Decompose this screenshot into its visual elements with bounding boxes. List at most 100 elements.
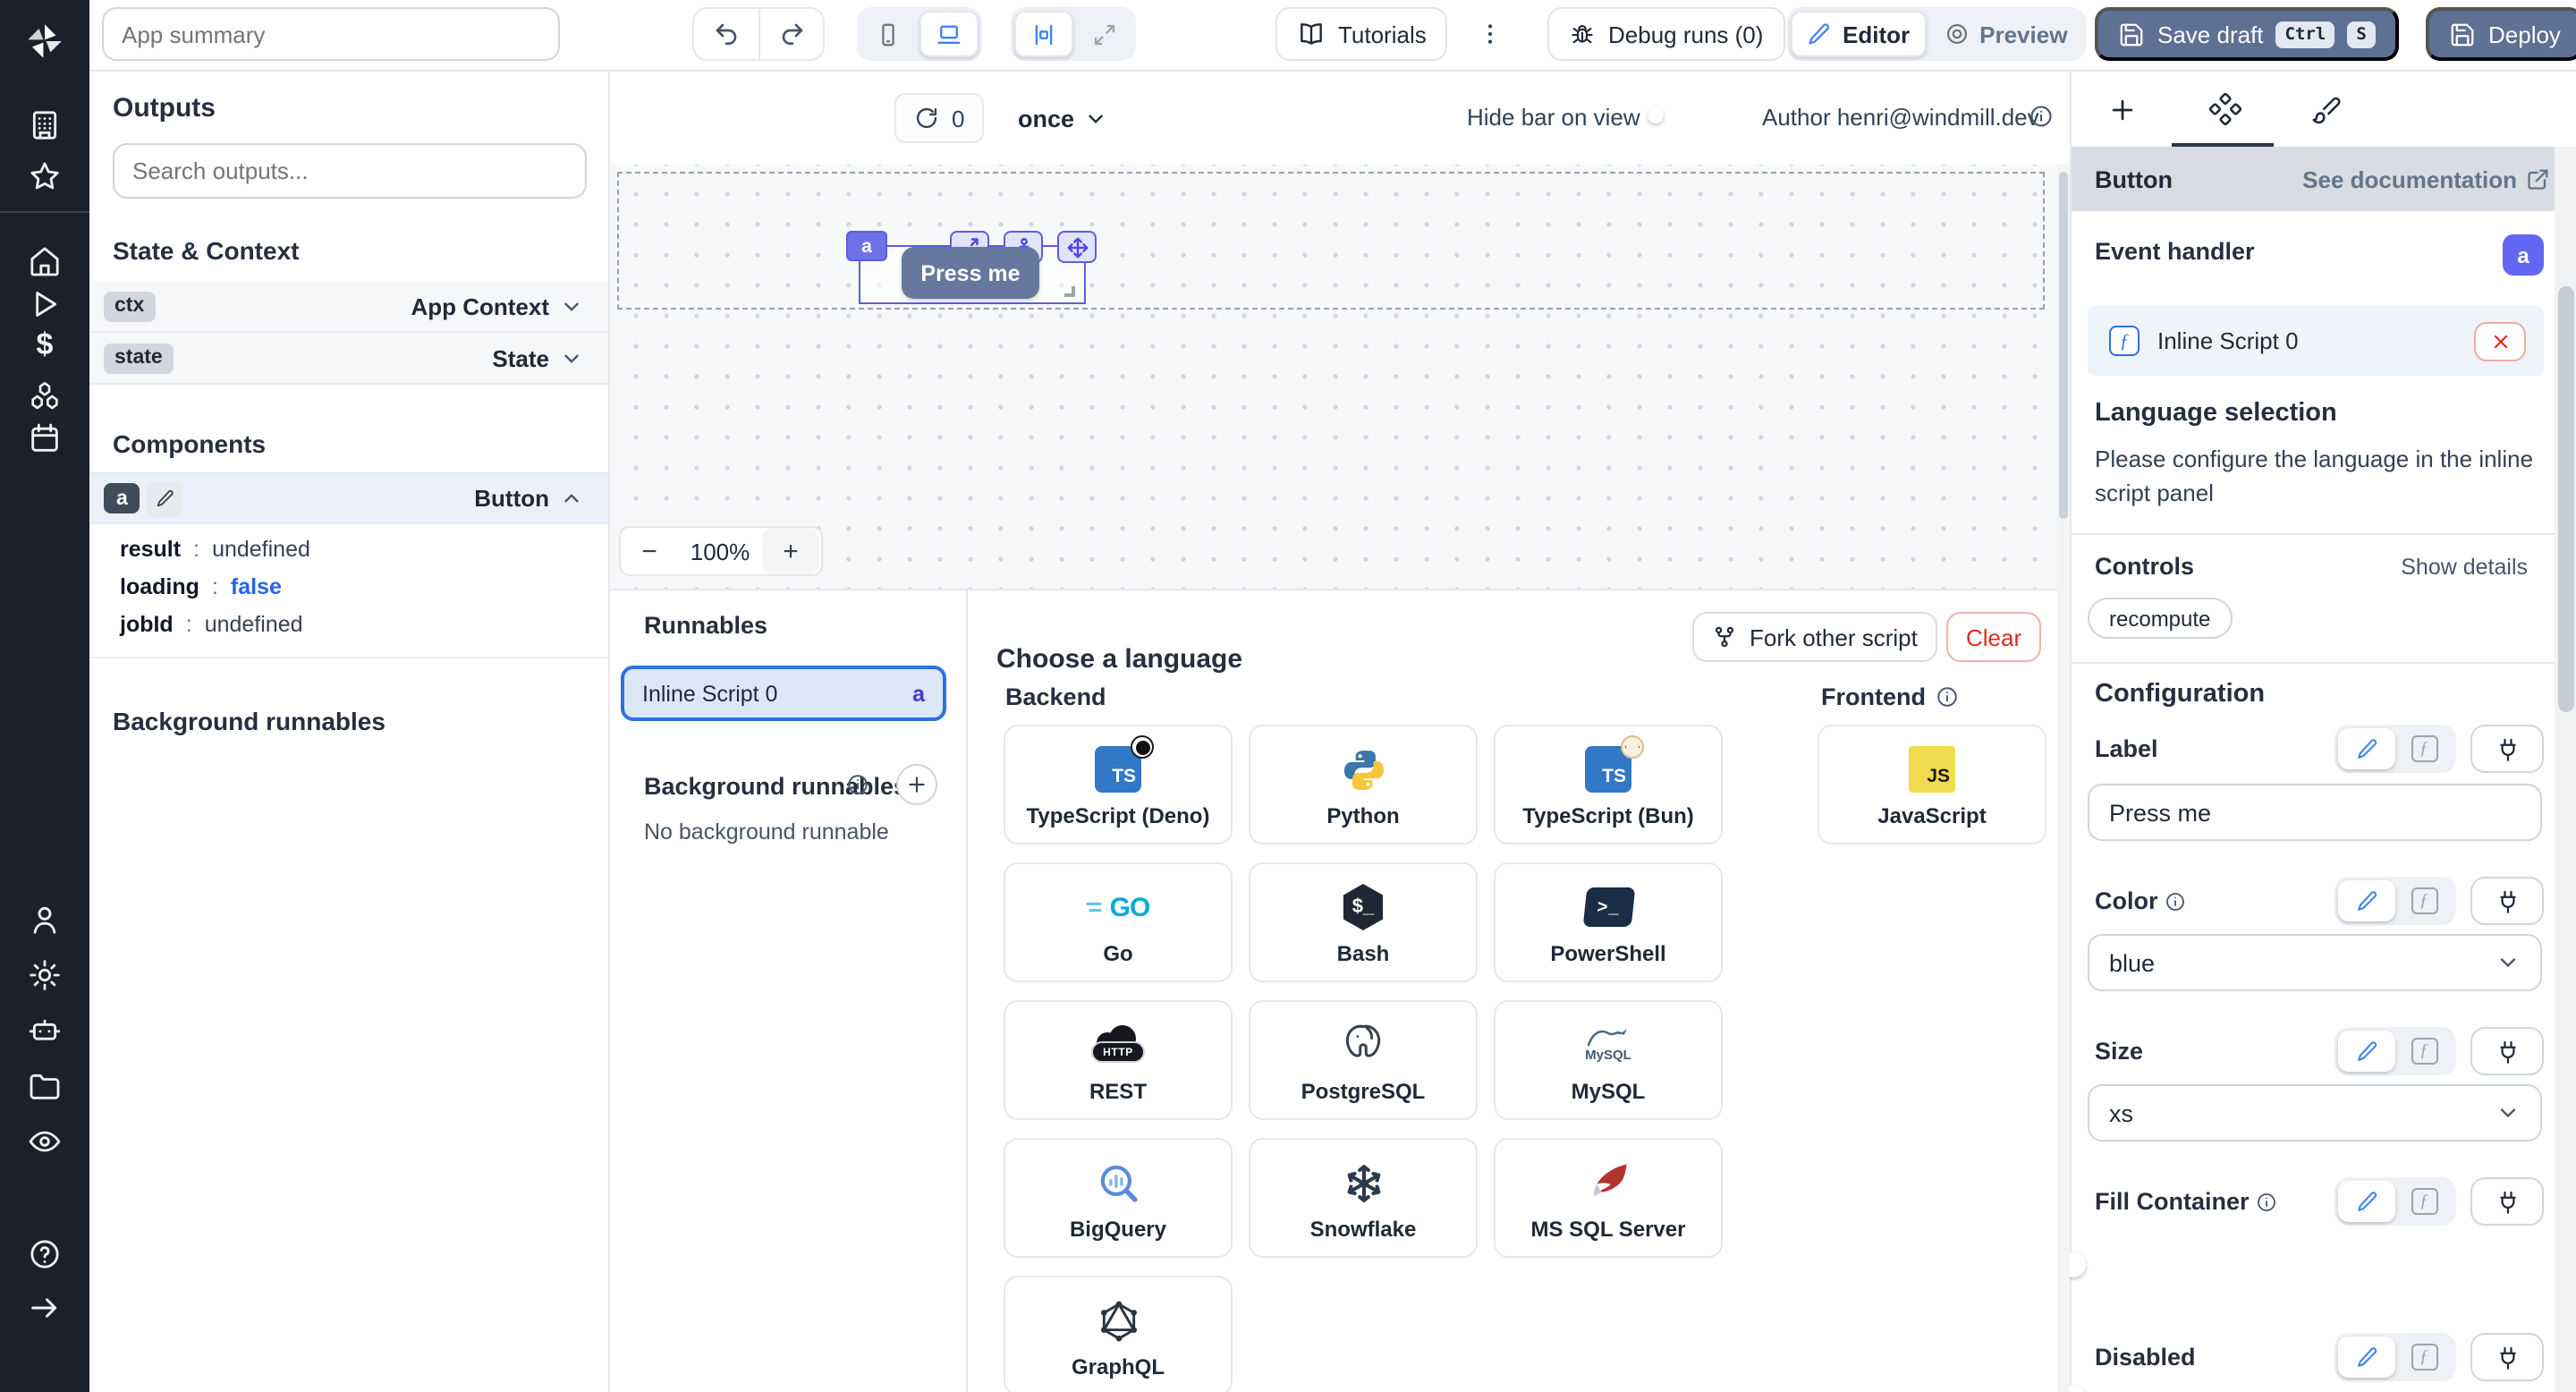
component-type-title: Button [2095,166,2173,192]
info-icon[interactable] [1935,685,1958,709]
language-card-python[interactable]: Python [1249,725,1478,845]
undo-button[interactable] [694,9,758,59]
add-background-runnable-button[interactable] [896,764,937,805]
output-prop-row: loading:false [120,574,282,599]
language-card-typescript-deno[interactable]: TS TypeScript (Deno) [1004,725,1233,845]
resources-boxes-icon[interactable] [27,378,63,413]
connect-input-button[interactable] [2470,1333,2544,1381]
static-mode-button[interactable] [2338,1031,2395,1072]
connect-input-button[interactable] [2470,1177,2544,1226]
eval-mode-button[interactable]: ƒ [2395,728,2453,769]
language-card-bash[interactable]: $_ Bash [1249,862,1478,982]
mobile-view-button[interactable] [860,11,916,57]
runs-play-icon[interactable] [27,286,63,322]
home-icon[interactable] [27,243,63,279]
language-card-ms-sql-server[interactable]: MS SQL Server [1494,1138,1723,1258]
see-documentation-link[interactable]: See documentation [2302,166,2551,192]
info-icon[interactable] [2257,1191,2278,1212]
canvas-scrollbar-thumb[interactable] [2059,172,2068,519]
language-card-rest[interactable]: HTTP REST [1004,1000,1233,1120]
chevron-up-icon [560,487,583,510]
users-icon[interactable] [27,902,63,938]
tab-styling[interactable] [2275,94,2377,124]
connect-input-button[interactable] [2470,877,2544,925]
eval-mode-button[interactable]: ƒ [2395,1181,2453,1222]
run-mode-dropdown[interactable]: once [1018,93,1106,143]
static-mode-button[interactable] [2338,880,2395,921]
tab-insert-component[interactable] [2072,94,2174,124]
recompute-control-button[interactable]: recompute [2088,598,2232,639]
language-card-graphql[interactable]: GraphQL [1004,1276,1233,1392]
fork-other-script-button[interactable]: Fork other script [1692,612,1937,662]
language-card-javascript[interactable]: JS JavaScript [1818,725,2046,845]
pencil-icon [2355,1345,2378,1369]
resize-handle[interactable] [1064,286,1075,297]
redo-button[interactable] [758,9,823,59]
language-card-powershell[interactable]: >_ PowerShell [1494,862,1723,982]
button-component[interactable]: Press me [902,247,1039,299]
static-mode-button[interactable] [2338,1337,2395,1378]
settings-gear-icon[interactable] [27,957,63,993]
static-mode-button[interactable] [2338,728,2395,769]
editor-tab[interactable]: Editor [1791,11,1926,57]
full-width-layout-button[interactable] [1077,11,1132,57]
audit-eye-icon[interactable] [27,1124,63,1159]
desktop-view-button[interactable] [919,11,979,57]
zoom-in-button[interactable]: + [762,528,819,574]
label-value-input[interactable] [2088,784,2542,841]
debug-runs-button[interactable]: Debug runs (0) [1547,7,1784,61]
move-component-handle[interactable] [1057,231,1097,263]
size-select[interactable]: xs [2088,1084,2542,1142]
inspector-scrollbar-thumb[interactable] [2557,286,2573,712]
static-mode-button[interactable] [2338,1181,2395,1222]
eval-mode-button[interactable]: ƒ [2395,880,2453,921]
component-button-row[interactable]: a Button [89,472,608,524]
collapse-arrow-right-icon[interactable] [27,1290,63,1326]
tutorials-button[interactable]: Tutorials [1275,7,1448,61]
connect-input-button[interactable] [2470,1027,2544,1075]
state-row[interactable]: state State [89,333,608,385]
info-icon[interactable] [2165,890,2187,912]
folders-icon[interactable] [27,1068,63,1104]
eval-mode-button[interactable]: ƒ [2395,1337,2453,1378]
language-card-mysql[interactable]: MySQL MySQL [1494,1000,1723,1120]
info-icon[interactable] [846,773,869,796]
deploy-button[interactable]: Deploy [2426,7,2576,61]
language-card-snowflake[interactable]: Snowflake [1249,1138,1478,1258]
remove-script-button[interactable] [2474,321,2526,361]
workspace-icon[interactable] [27,107,63,143]
rename-component-button[interactable] [148,480,183,516]
ctx-row[interactable]: ctx App Context [89,281,608,333]
clear-language-button[interactable]: Clear [1946,612,2041,662]
centered-layout-button[interactable] [1014,11,1073,57]
preview-tab[interactable]: Preview [1929,11,2081,57]
event-handler-script-row[interactable]: ƒ Inline Script 0 [2088,306,2544,376]
windmill-logo[interactable] [23,20,66,63]
info-icon[interactable] [2029,104,2054,129]
zoom-out-button[interactable]: − [621,528,678,574]
canvas-grid-row[interactable] [617,172,2045,310]
more-menu-button[interactable] [1474,7,1506,61]
ctx-type-label: App Context [411,293,549,319]
variables-dollar-icon[interactable]: $ [27,327,63,363]
save-draft-button[interactable]: Save draft Ctrl S [2095,7,2399,61]
language-card-typescript-bun[interactable]: TS TypeScript (Bun) [1494,725,1723,845]
app-summary-input[interactable] [102,7,560,61]
refresh-runnables-button[interactable]: 0 [894,93,984,143]
color-field-name: Color [2095,887,2158,914]
search-outputs-input[interactable] [113,143,587,199]
language-card-postgresql[interactable]: PostgreSQL [1249,1000,1478,1120]
app-canvas[interactable]: a Press me − 100% + [610,165,2070,589]
runnable-item-inline-script-0[interactable]: Inline Script 0 a [621,666,946,721]
language-card-bigquery[interactable]: BigQuery [1004,1138,1233,1258]
schedules-calendar-icon[interactable] [27,420,63,456]
tab-component-settings[interactable] [2174,93,2275,125]
favorites-star-icon[interactable] [27,159,63,195]
workers-robot-icon[interactable] [27,1013,63,1048]
help-icon[interactable] [27,1236,63,1272]
color-select[interactable]: blue [2088,934,2542,991]
language-card-go[interactable]: GO Go [1004,862,1233,982]
connect-input-button[interactable] [2470,725,2544,773]
eval-mode-button[interactable]: ƒ [2395,1031,2453,1072]
show-details-link[interactable]: Show details [2401,555,2528,580]
